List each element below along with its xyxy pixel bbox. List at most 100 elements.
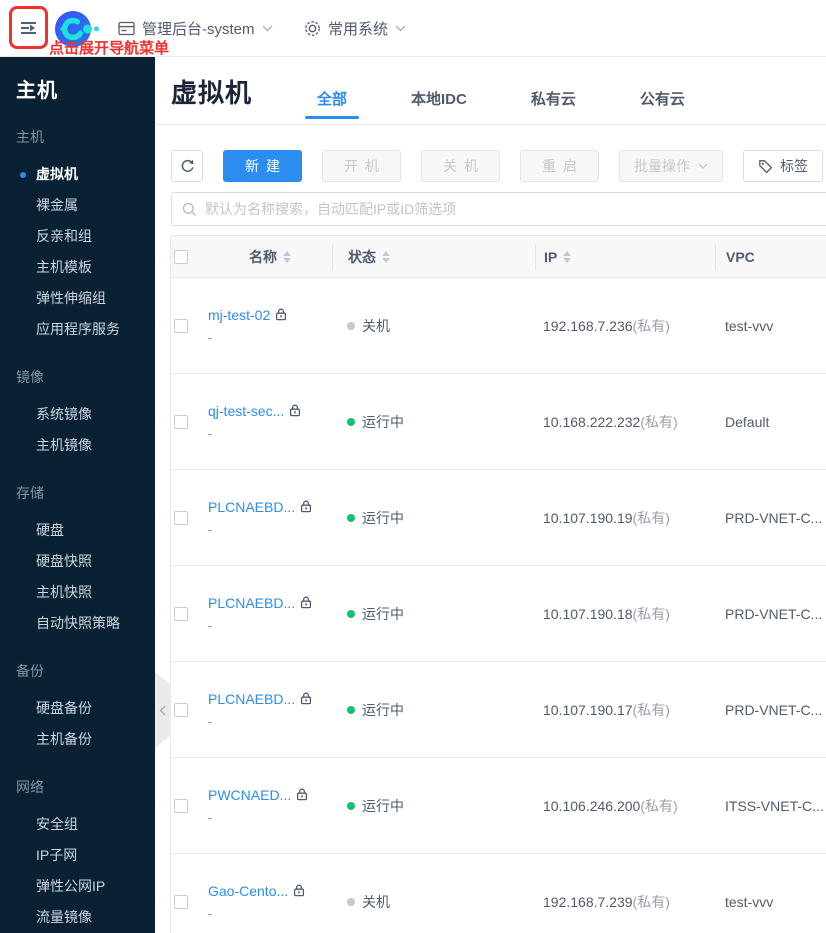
row-checkbox[interactable] xyxy=(174,510,188,525)
row-checkbox[interactable] xyxy=(174,414,188,429)
vpc-value: PRD-VNET-C... xyxy=(725,509,823,526)
sidebar-item[interactable]: 主机快照 xyxy=(16,577,155,608)
sidebar-item[interactable]: 裸金属 xyxy=(16,190,155,221)
vm-subtext: - xyxy=(208,713,213,729)
vm-subtext: - xyxy=(208,617,213,633)
expand-nav-button[interactable] xyxy=(9,6,48,49)
lock-icon xyxy=(293,884,305,897)
sidebar-item[interactable]: 系统镜像 xyxy=(16,399,155,430)
status-dot xyxy=(347,321,355,330)
vm-subtext: - xyxy=(208,329,213,345)
restart-button[interactable]: 重启 xyxy=(520,150,599,182)
select-all-checkbox[interactable] xyxy=(174,249,188,264)
vm-subtext: - xyxy=(208,425,213,441)
sidebar-item-label: 硬盘 xyxy=(36,522,64,538)
row-checkbox[interactable] xyxy=(174,702,188,717)
row-checkbox[interactable] xyxy=(174,318,188,333)
row-checkbox[interactable] xyxy=(174,606,188,621)
power-on-button[interactable]: 开机 xyxy=(322,150,401,182)
sidebar-section: 备份 硬盘备份 主机备份 xyxy=(16,661,155,755)
batch-actions-button[interactable]: 批量操作 xyxy=(619,150,723,182)
create-button[interactable]: 新建 xyxy=(223,150,302,182)
sidebar-item[interactable]: 安全组 xyxy=(16,809,155,840)
sidebar-item[interactable]: IP子网 xyxy=(16,840,155,871)
vm-name-link[interactable]: PLCNAEBD... xyxy=(208,691,295,707)
sidebar-item[interactable]: 流量镜像 xyxy=(16,902,155,933)
vm-name-link[interactable]: qj-test-sec... xyxy=(208,403,284,419)
table-row: PLCNAEBD... - 运行中 10.107.190.19 (私有) PRD-… xyxy=(171,470,826,566)
row-checkbox[interactable] xyxy=(174,798,188,813)
sidebar-title: 主机 xyxy=(16,80,58,102)
sidebar-item[interactable]: 弹性公网IP xyxy=(16,871,155,902)
lock-icon xyxy=(300,692,312,705)
vm-name-link[interactable]: PLCNAEBD... xyxy=(208,595,295,611)
vm-name-link[interactable]: PLCNAEBD... xyxy=(208,499,295,515)
lock-icon xyxy=(296,788,308,801)
sidebar-item[interactable]: 自动快照策略 xyxy=(16,608,155,639)
status-dot xyxy=(347,609,355,618)
sidebar-item[interactable]: 硬盘 xyxy=(16,515,155,546)
tab-bar: 全部 本地IDC 私有云 公有云 xyxy=(305,72,697,124)
sidebar-item-label: 弹性伸缩组 xyxy=(36,290,106,306)
table-row: PWCNAED... - 运行中 10.106.246.200 (私有) ITSS… xyxy=(171,758,826,854)
tab[interactable]: 本地IDC xyxy=(399,72,479,124)
sort-icon[interactable] xyxy=(563,250,572,263)
sidebar-section-label: 镜像 xyxy=(16,369,44,385)
refresh-button[interactable] xyxy=(171,150,203,182)
status-dot xyxy=(347,801,355,810)
vm-name-link[interactable]: mj-test-02 xyxy=(208,307,270,323)
sort-icon[interactable] xyxy=(283,250,291,263)
table-row: mj-test-02 - 关机 192.168.7.236 (私有) test-v… xyxy=(171,278,826,374)
tag-button-label: 标签 xyxy=(780,158,808,174)
sidebar-item-label: 安全组 xyxy=(36,816,78,832)
restart-label: 重启 xyxy=(542,158,584,174)
sidebar-item[interactable]: 主机镜像 xyxy=(16,430,155,461)
console-icon xyxy=(118,21,135,36)
ip-type-label: (私有) xyxy=(640,413,678,430)
workspace-label: 管理后台-system xyxy=(142,21,255,38)
sidebar-item[interactable]: 主机模板 xyxy=(16,252,155,283)
chevron-down-icon xyxy=(698,163,708,169)
column-header-name[interactable]: 名称 xyxy=(249,247,277,267)
column-header-status[interactable]: 状态 xyxy=(348,247,376,267)
vm-name-link[interactable]: Gao-Cento... xyxy=(208,883,288,899)
sidebar-section-label: 备份 xyxy=(16,663,44,679)
ip-type-label: (私有) xyxy=(632,701,670,718)
power-off-button[interactable]: 关机 xyxy=(421,150,500,182)
lock-icon xyxy=(300,596,312,609)
column-header-ip[interactable]: IP xyxy=(544,249,557,265)
tab[interactable]: 全部 xyxy=(305,72,360,124)
sort-icon[interactable] xyxy=(382,250,390,263)
status-dot xyxy=(347,417,355,426)
sidebar-section-label: 存储 xyxy=(16,485,44,501)
sidebar-section: 网络 安全组 IP子网 弹性公网IP 流量镜像 xyxy=(16,777,155,933)
tab[interactable]: 公有云 xyxy=(628,72,697,124)
status-dot xyxy=(347,513,355,522)
sidebar-item[interactable]: 主机备份 xyxy=(16,724,155,755)
common-systems-menu[interactable]: 常用系统 xyxy=(304,0,406,57)
sidebar-item[interactable]: 应用程序服务 xyxy=(16,314,155,345)
sidebar-item[interactable]: 硬盘备份 xyxy=(16,693,155,724)
tab-label: 公有云 xyxy=(639,90,685,108)
ip-type-label: (私有) xyxy=(632,893,670,910)
tab-label: 私有云 xyxy=(530,90,576,108)
create-button-label: 新建 xyxy=(245,158,287,174)
vm-name-link[interactable]: PWCNAED... xyxy=(208,787,291,803)
ip-type-label: (私有) xyxy=(640,797,678,814)
tab-label: 全部 xyxy=(317,90,348,108)
tag-button[interactable]: 标签 xyxy=(743,150,823,182)
status-label: 关机 xyxy=(362,317,390,334)
sidebar-item[interactable]: 硬盘快照 xyxy=(16,546,155,577)
sidebar-item[interactable]: 弹性伸缩组 xyxy=(16,283,155,314)
sidebar-item-label: 主机模板 xyxy=(36,259,92,275)
sidebar-item-label: 主机快照 xyxy=(36,584,92,600)
search-input[interactable] xyxy=(205,201,826,217)
row-checkbox[interactable] xyxy=(174,894,188,909)
search-bar xyxy=(171,192,826,226)
sidebar-item-label: 反亲和组 xyxy=(36,228,92,244)
sidebar-item[interactable]: 反亲和组 xyxy=(16,221,155,252)
sidebar-item[interactable]: 虚拟机 xyxy=(16,159,155,190)
tab[interactable]: 私有云 xyxy=(519,72,588,124)
sidebar-collapse-handle[interactable] xyxy=(155,672,170,748)
sidebar-nav: 主机 虚拟机 裸金属 反亲和组 主机模板 弹性伸缩组 应用程序服务 镜像 系统镜… xyxy=(16,127,155,933)
